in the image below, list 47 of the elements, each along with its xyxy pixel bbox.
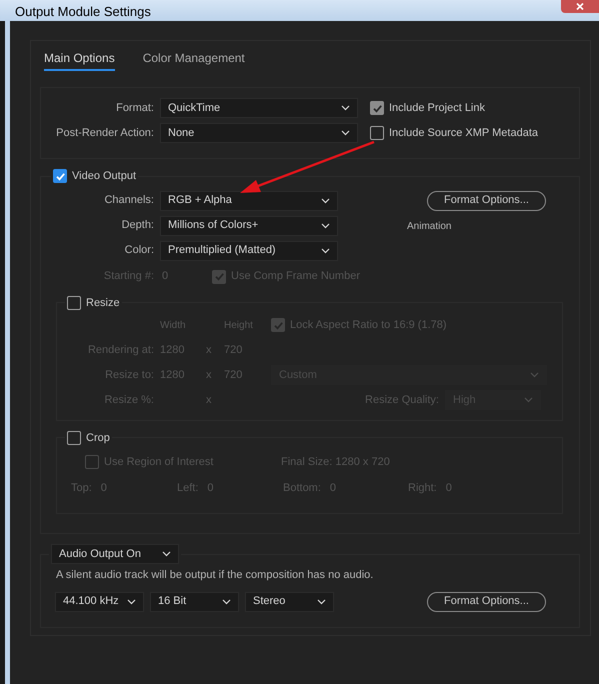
audio-note: A silent audio track will be output if the composition has no audio.	[56, 568, 374, 583]
chevron-down-icon	[222, 598, 231, 604]
audio-setting-dropdown[interactable]: 16 Bit	[150, 592, 239, 612]
field-label: Channels:	[103, 193, 154, 208]
chevron-down-icon	[162, 551, 171, 557]
chevron-down-icon	[341, 130, 350, 136]
dropdown[interactable]: RGB + Alpha	[160, 190, 338, 210]
section-title: Video Output	[72, 169, 136, 184]
field-label: Color:	[124, 243, 154, 258]
checkbox-label: Include Project Link	[389, 100, 485, 116]
format-options-button[interactable]: Format Options...	[427, 592, 546, 612]
window-title: Output Module Settings	[14, 3, 151, 21]
chevron-down-icon	[530, 372, 539, 378]
checkbox[interactable]	[271, 318, 285, 332]
checkbox[interactable]	[370, 126, 384, 140]
dropdown[interactable]: Millions of Colors+	[160, 216, 338, 236]
close-icon	[576, 3, 584, 10]
dropdown[interactable]: None	[160, 123, 358, 143]
checkbox-label: Include Source XMP Metadata	[389, 126, 538, 141]
tab[interactable]: Main Options	[44, 47, 115, 71]
close-button[interactable]	[561, 0, 599, 13]
field-label: Post-Render Action:	[55, 126, 154, 141]
section-title: Resize	[86, 296, 120, 310]
field-label: Format:	[115, 100, 154, 116]
checkbox[interactable]	[53, 169, 67, 184]
chevron-down-icon	[341, 105, 350, 111]
checkbox[interactable]	[85, 455, 99, 469]
chevron-down-icon	[321, 222, 330, 228]
chevron-down-icon	[127, 598, 136, 604]
dropdown[interactable]: QuickTime	[160, 98, 358, 118]
tab[interactable]: Color Management	[142, 47, 245, 71]
format-options-button[interactable]: Format Options...	[427, 190, 546, 210]
chevron-down-icon	[524, 397, 533, 403]
dropdown[interactable]: Premultiplied (Matted)	[160, 240, 338, 260]
checkbox[interactable]	[67, 430, 81, 445]
audio-mode-dropdown[interactable]: Audio Output On	[51, 544, 179, 564]
checkbox[interactable]	[370, 101, 384, 115]
field-label: Depth:	[120, 218, 154, 234]
audio-setting-dropdown[interactable]: 44.100 kHz	[55, 592, 144, 612]
checkbox[interactable]	[67, 296, 81, 310]
audio-setting-dropdown[interactable]: Stereo	[245, 592, 334, 612]
checkbox[interactable]	[212, 270, 226, 284]
chevron-down-icon	[321, 198, 330, 204]
chevron-down-icon	[321, 248, 330, 254]
chevron-down-icon	[317, 598, 326, 604]
codec-label: Animation	[407, 220, 452, 234]
section-title: Crop	[86, 430, 110, 446]
